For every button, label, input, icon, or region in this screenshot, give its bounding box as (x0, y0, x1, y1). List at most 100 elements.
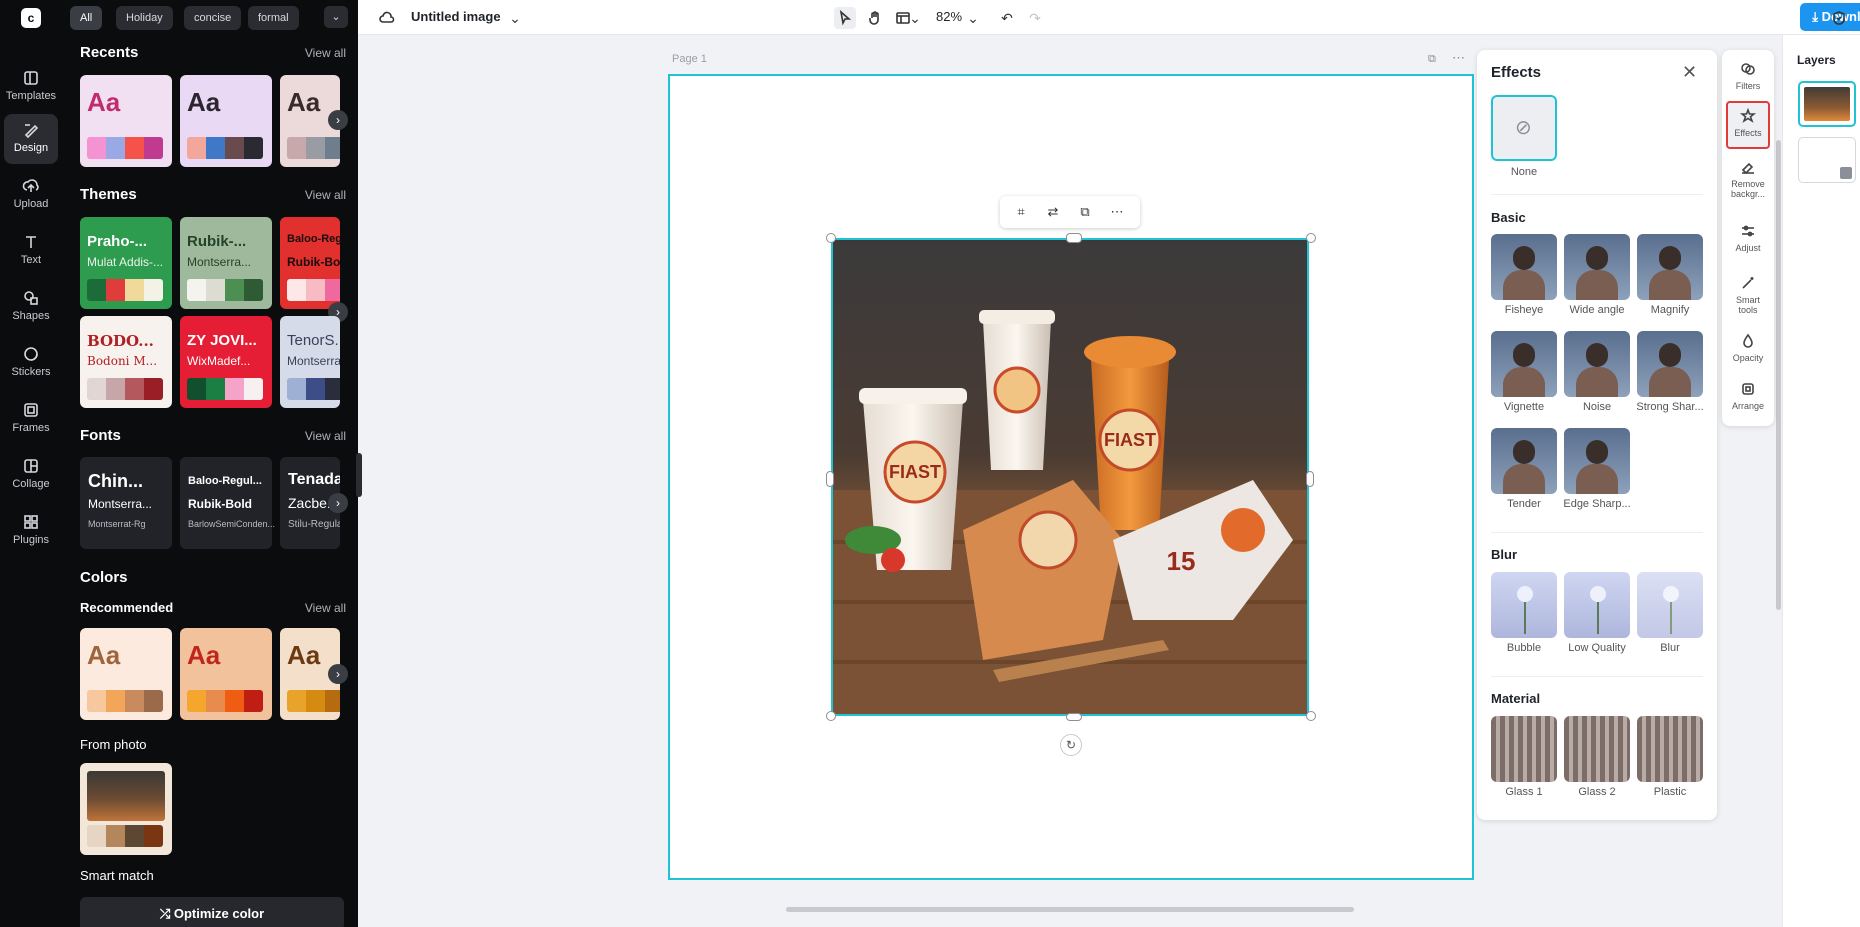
tool-filters[interactable]: Filters (1726, 56, 1770, 102)
rail-collage[interactable]: Collage (4, 450, 58, 500)
divider (1491, 676, 1703, 677)
crop-icon[interactable]: ⌗ (1012, 203, 1030, 221)
theme-subtitle: Mulat Addis-... (87, 255, 164, 269)
theme-title: Praho-... (87, 233, 148, 250)
themes-view-all[interactable]: View all (305, 188, 346, 202)
theme-card[interactable]: ZY JOVI... WixMadef... (180, 316, 272, 408)
font-card[interactable]: Baloo-Regul... Rubik-Bold BarlowSemiCond… (180, 457, 275, 549)
filters-icon (1726, 61, 1770, 81)
more-icon[interactable]: ⋯ (1108, 203, 1126, 221)
theme-card[interactable]: Baloo-Regu... Rubik-Bo... (280, 217, 340, 309)
effect-edge-sharpen[interactable] (1564, 428, 1630, 494)
layer-background[interactable] (1798, 137, 1856, 183)
effect-tender[interactable] (1491, 428, 1557, 494)
effect-glass-1[interactable] (1491, 716, 1557, 782)
chip-holiday[interactable]: Holiday (116, 6, 173, 30)
rail-stickers[interactable]: Stickers (4, 338, 58, 388)
tool-remove-background[interactable]: Remove backgr... (1726, 154, 1770, 208)
effect-magnify[interactable] (1637, 234, 1703, 300)
optimize-color-button[interactable]: ⤮ Optimize color (80, 897, 344, 927)
font-secondary: Montserra... (88, 497, 153, 511)
chevron-down-icon[interactable]: ⌄ (962, 7, 984, 29)
resize-handle[interactable] (826, 711, 836, 721)
resize-handle[interactable] (1306, 711, 1316, 721)
font-card[interactable]: Chin... Montserra... Montserrat-Rg (80, 457, 172, 549)
rail-text[interactable]: Text (4, 226, 58, 276)
app-logo[interactable]: c (21, 8, 41, 28)
rail-plugins[interactable]: Plugins (4, 506, 58, 556)
effect-none[interactable]: ⊘ (1491, 95, 1557, 161)
copy-page-icon[interactable]: ⧉ (1428, 53, 1436, 66)
effect-label: Blur (1660, 642, 1680, 654)
effect-low-quality[interactable] (1564, 572, 1630, 638)
rail-templates[interactable]: Templates (4, 62, 58, 112)
resize-handle[interactable] (1306, 233, 1316, 243)
theme-card[interactable]: TenorS... Montserra... (280, 316, 340, 408)
rail-shapes[interactable]: Shapes (4, 282, 58, 332)
chevron-down-icon[interactable]: ⌄ (504, 7, 526, 29)
effect-noise[interactable] (1564, 331, 1630, 397)
effect-wide-angle[interactable] (1564, 234, 1630, 300)
cloud-icon[interactable] (376, 7, 398, 29)
resize-handle[interactable] (1066, 233, 1082, 243)
hand-icon[interactable] (864, 7, 886, 29)
chevron-right-icon[interactable]: › (328, 664, 348, 684)
panel-collapse-handle[interactable] (356, 453, 362, 497)
rail-design[interactable]: Design (4, 114, 58, 164)
document-title[interactable]: Untitled image (411, 9, 501, 24)
vertical-scrollbar[interactable] (1776, 140, 1781, 610)
horizontal-scrollbar[interactable] (786, 907, 1354, 912)
shield-icon[interactable] (1828, 7, 1850, 29)
recents-view-all[interactable]: View all (305, 46, 346, 60)
pointer-icon[interactable] (834, 7, 856, 29)
rail-upload[interactable]: Upload (4, 170, 58, 220)
chip-formal[interactable]: formal (248, 6, 299, 30)
replace-icon[interactable]: ⇄ (1044, 203, 1062, 221)
chip-all[interactable]: All (70, 6, 103, 30)
theme-card[interactable]: BODO... Bodoni M... (80, 316, 172, 408)
tool-opacity[interactable]: Opacity (1726, 328, 1770, 374)
rail-frames[interactable]: Frames (4, 394, 58, 444)
resize-handle[interactable] (1066, 713, 1082, 721)
fonts-view-all[interactable]: View all (305, 429, 346, 443)
design-panel: All Holiday concise formal ⌄ Recents Vie… (62, 0, 358, 927)
recent-card[interactable]: Aa (180, 75, 272, 167)
effect-bubble[interactable] (1491, 572, 1557, 638)
chevron-right-icon[interactable]: › (328, 110, 348, 130)
effect-fisheye[interactable] (1491, 234, 1557, 300)
zoom-level[interactable]: 82% (936, 9, 962, 24)
undo-icon[interactable]: ↶ (996, 7, 1018, 29)
color-card[interactable]: Aa (80, 628, 172, 720)
effect-vignette[interactable] (1491, 331, 1557, 397)
chevron-down-icon[interactable]: ⌄ (324, 6, 348, 28)
colors-view-all[interactable]: View all (305, 601, 346, 615)
close-icon[interactable]: ✕ (1682, 62, 1697, 83)
resize-handle[interactable] (826, 233, 836, 243)
tool-effects[interactable]: Effects (1726, 101, 1770, 149)
recent-card[interactable]: Aa (80, 75, 172, 167)
effect-strong-sharpen[interactable] (1637, 331, 1703, 397)
tool-adjust[interactable]: Adjust (1726, 218, 1770, 264)
redo-icon[interactable]: ↷ (1024, 7, 1046, 29)
tool-arrange[interactable]: Arrange (1726, 376, 1770, 422)
theme-card[interactable]: Praho-... Mulat Addis-... (80, 217, 172, 309)
chip-concise[interactable]: concise (184, 6, 242, 30)
theme-card[interactable]: Rubik-... Montserra... (180, 217, 272, 309)
photo-palette-card[interactable] (80, 763, 172, 855)
effect-blur[interactable] (1637, 572, 1703, 638)
duplicate-icon[interactable]: ⧉ (1076, 203, 1094, 221)
effect-plastic[interactable] (1637, 716, 1703, 782)
chevron-down-icon[interactable]: ⌄ (908, 7, 922, 29)
tool-smart-tools[interactable]: Smart tools (1726, 270, 1770, 320)
layer-image[interactable] (1798, 81, 1856, 127)
effect-preview (1491, 428, 1557, 494)
chevron-right-icon[interactable]: › (328, 493, 348, 513)
color-card[interactable]: Aa (180, 628, 272, 720)
resize-handle[interactable] (1306, 471, 1314, 487)
selected-image[interactable]: FIAST FIAST 15 (831, 238, 1309, 716)
theme-subtitle: Montserra... (187, 255, 252, 269)
effect-glass-2[interactable] (1564, 716, 1630, 782)
more-icon[interactable]: ⋯ (1452, 50, 1465, 66)
rotate-icon[interactable]: ↻ (1060, 734, 1082, 756)
resize-handle[interactable] (826, 471, 834, 487)
